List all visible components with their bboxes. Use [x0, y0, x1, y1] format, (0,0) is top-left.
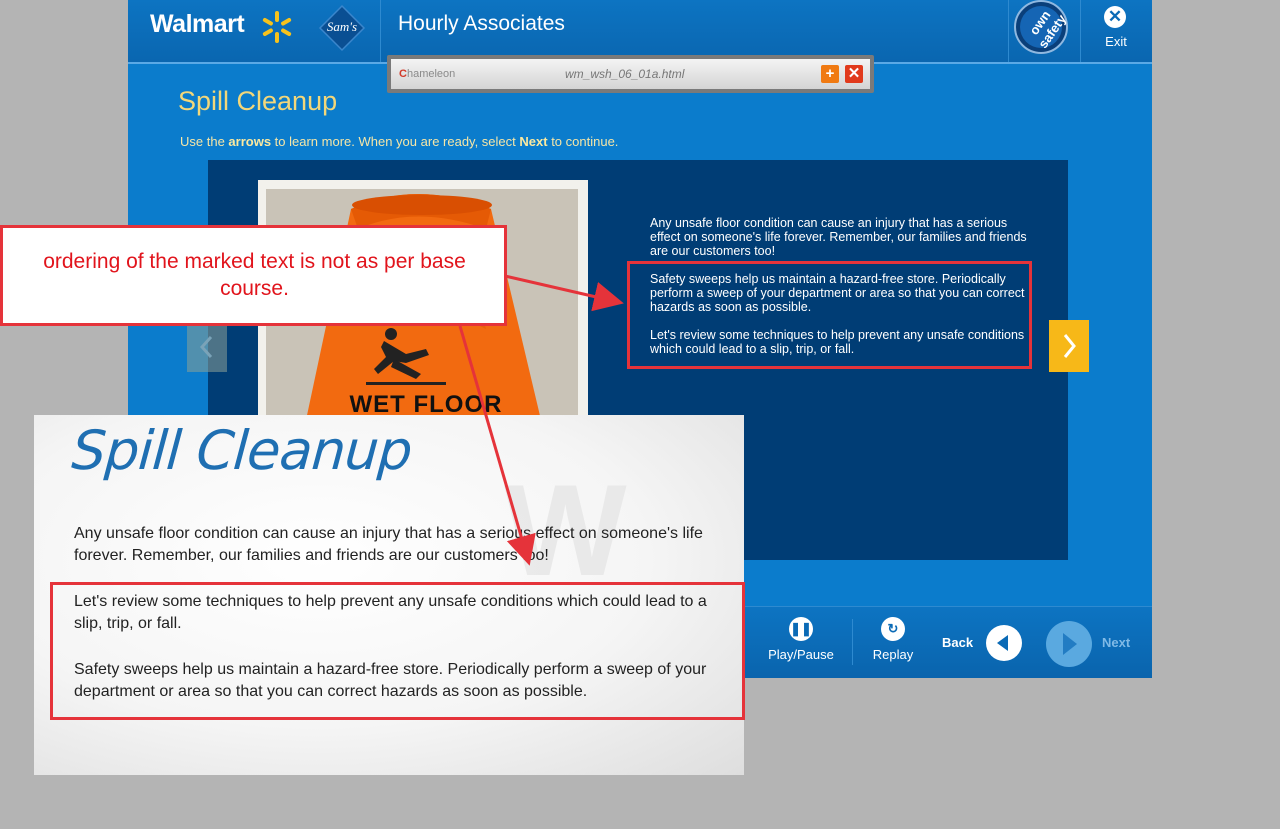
- replay-button[interactable]: ↻ Replay: [866, 617, 920, 662]
- replay-icon: ↻: [881, 617, 905, 641]
- base-course-title: Spill Cleanup: [69, 419, 414, 482]
- slide-instruction: Use the arrows to learn more. When you a…: [180, 134, 619, 149]
- back-button[interactable]: [986, 625, 1022, 661]
- play-pause-button[interactable]: ❚❚ Play/Pause: [764, 617, 838, 662]
- slide-paragraph: Any unsafe floor condition can cause an …: [650, 216, 1027, 258]
- previous-arrow-button[interactable]: [187, 322, 227, 372]
- own-safety-badge: own safety: [1012, 0, 1070, 54]
- sams-club-wordmark: Sam's: [326, 19, 358, 34]
- close-icon[interactable]: ✕: [845, 65, 863, 83]
- header-divider: [380, 0, 381, 62]
- control-divider: [852, 619, 853, 665]
- annotation-text: ordering of the marked text is not as pe…: [43, 250, 466, 300]
- back-arrow-icon: [997, 635, 1008, 651]
- chameleon-filename: wm_wsh_06_01a.html: [565, 67, 685, 81]
- next-arrow-button[interactable]: [1049, 320, 1089, 372]
- chameleon-logo: Chameleon: [399, 68, 456, 80]
- exit-button[interactable]: ✕ Exit: [1096, 4, 1136, 52]
- play-pause-label: Play/Pause: [768, 647, 834, 662]
- walmart-spark-icon: [262, 11, 292, 43]
- back-label: Back: [942, 635, 974, 650]
- replay-label: Replay: [872, 647, 914, 662]
- highlight-box-slide: [627, 261, 1032, 369]
- base-paragraph: Any unsafe floor condition can cause an …: [74, 525, 703, 564]
- sams-club-logo: Sam's: [318, 4, 366, 52]
- highlight-box-base: [50, 582, 745, 720]
- next-arrow-icon: [1063, 633, 1077, 655]
- slide-title: Spill Cleanup: [178, 86, 338, 116]
- close-icon: ✕: [1104, 6, 1126, 28]
- chevron-right-icon: [1063, 334, 1076, 358]
- next-label: Next: [1102, 635, 1131, 650]
- exit-label: Exit: [1105, 34, 1127, 49]
- plus-icon[interactable]: +: [821, 65, 839, 83]
- pause-icon: ❚❚: [789, 617, 813, 641]
- chameleon-toolbar: Chameleon wm_wsh_06_01a.html + ✕: [387, 55, 874, 93]
- walmart-logo: Walmart: [150, 10, 245, 38]
- next-button[interactable]: [1046, 621, 1092, 667]
- header-divider: [1008, 0, 1009, 62]
- header-divider: [1080, 0, 1081, 62]
- app-title: Hourly Associates: [398, 12, 565, 35]
- chevron-left-icon: [199, 335, 213, 359]
- annotation-callout: ordering of the marked text is not as pe…: [0, 225, 507, 326]
